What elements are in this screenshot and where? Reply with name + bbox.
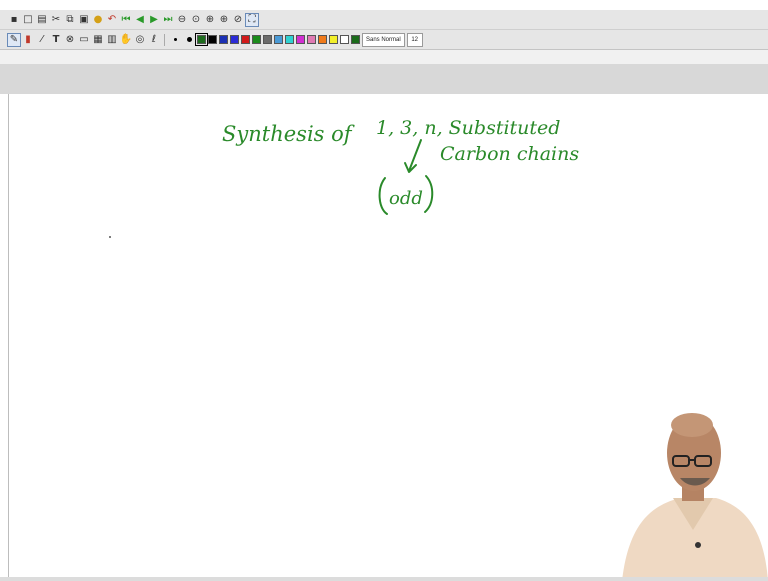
text-synthesis-of: Synthesis of bbox=[222, 122, 355, 146]
text-substituted: 1, 3, n, Substituted bbox=[376, 117, 560, 139]
presenter-scalp bbox=[671, 413, 713, 437]
presenter-video bbox=[618, 408, 768, 581]
text-carbon-chains: Carbon chains bbox=[440, 143, 579, 165]
right-paren bbox=[424, 175, 434, 213]
stray-dot bbox=[109, 236, 111, 238]
left-paren bbox=[378, 177, 388, 215]
bottom-scrollbar[interactable] bbox=[0, 577, 768, 581]
lapel-mic bbox=[695, 542, 701, 548]
text-odd: odd bbox=[389, 188, 423, 209]
